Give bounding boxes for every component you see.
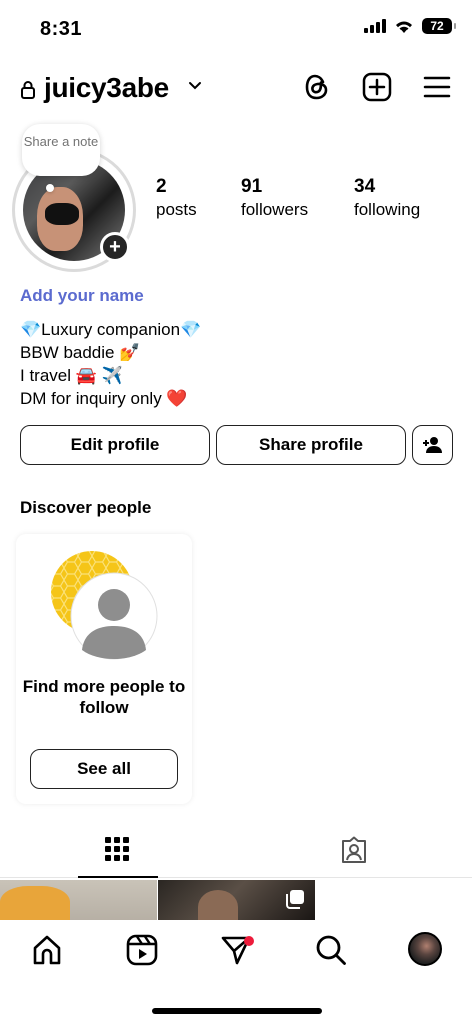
following-label: following [354,200,421,219]
home-icon [33,935,61,965]
nav-profile-avatar-icon[interactable] [408,932,442,966]
grid-icon [105,837,129,861]
find-people-card: Find more people to follow See all [16,534,192,804]
post-thumbnail[interactable] [0,880,157,920]
add-person-icon [422,437,442,453]
active-tab-indicator [78,876,158,878]
direct-notification-dot [244,936,254,946]
followers-stat[interactable]: 91 followers [241,176,308,220]
see-all-button[interactable]: See all [30,749,178,789]
tab-grid[interactable] [104,836,130,867]
bio-line: BBW baddie 💅 [20,343,141,362]
tab-tagged[interactable] [340,836,368,869]
edit-profile-button[interactable]: Edit profile [20,425,210,465]
posts-label: posts [156,200,197,219]
username-switcher[interactable]: juicy3abe [44,72,169,104]
menu-icon [423,76,451,98]
nav-search[interactable] [315,934,347,971]
bio-line: I travel 🚘 ✈️ [20,366,123,385]
signal-icon [364,19,386,33]
following-count: 34 [354,176,376,197]
battery-level: 72 [430,19,444,33]
share-note-bubble[interactable]: Share a note [22,124,100,176]
profile-header: juicy3abe [20,70,452,110]
share-profile-button[interactable]: Share profile [216,425,406,465]
carousel-icon [286,890,304,909]
thumbnail-lamp-shape [0,886,70,920]
bio-line: 💎Luxury companion💎 [20,320,202,339]
new-post-icon [362,72,392,102]
home-indicator [152,1008,322,1014]
bio: 💎Luxury companion💎 BBW baddie 💅 I travel… [20,318,201,410]
status-bar: 8:31 72 [0,0,472,60]
followers-count: 91 [241,176,263,197]
discover-people-heading: Discover people [20,498,152,517]
posts-count: 2 [156,176,167,197]
battery-icon: 72 [422,18,456,34]
add-name-link[interactable]: Add your name [20,286,144,306]
threads-icon [305,74,328,100]
find-people-title: Find more people to follow [22,677,186,717]
bio-line: DM for inquiry only ❤️ [20,389,188,408]
followers-label: followers [241,200,309,219]
note-bubble-tail [46,184,54,192]
status-icons: 72 [364,18,456,34]
threads-button[interactable] [302,72,332,102]
tagged-icon [342,836,366,863]
search-icon [316,935,346,965]
nav-reels[interactable] [126,934,158,971]
reels-icon [126,934,158,966]
nav-home[interactable] [31,934,63,971]
chevron-down-icon[interactable] [188,81,202,91]
menu-button[interactable] [422,72,452,102]
profile-tabs [0,824,472,878]
lock-icon [21,81,35,99]
status-time: 8:31 [40,18,83,40]
posts-stat[interactable]: 2 posts [156,176,197,220]
honeycomb-illustration-icon [51,551,158,660]
following-stat[interactable]: 34 following [354,176,420,220]
add-story-button[interactable]: + [100,232,130,262]
discover-people-button[interactable] [412,425,453,465]
wifi-icon [396,21,412,33]
thumbnail-figure [198,890,238,920]
avatar-photo-detail [45,203,79,225]
post-thumbnail[interactable] [158,880,315,920]
new-post-button[interactable] [362,72,392,102]
